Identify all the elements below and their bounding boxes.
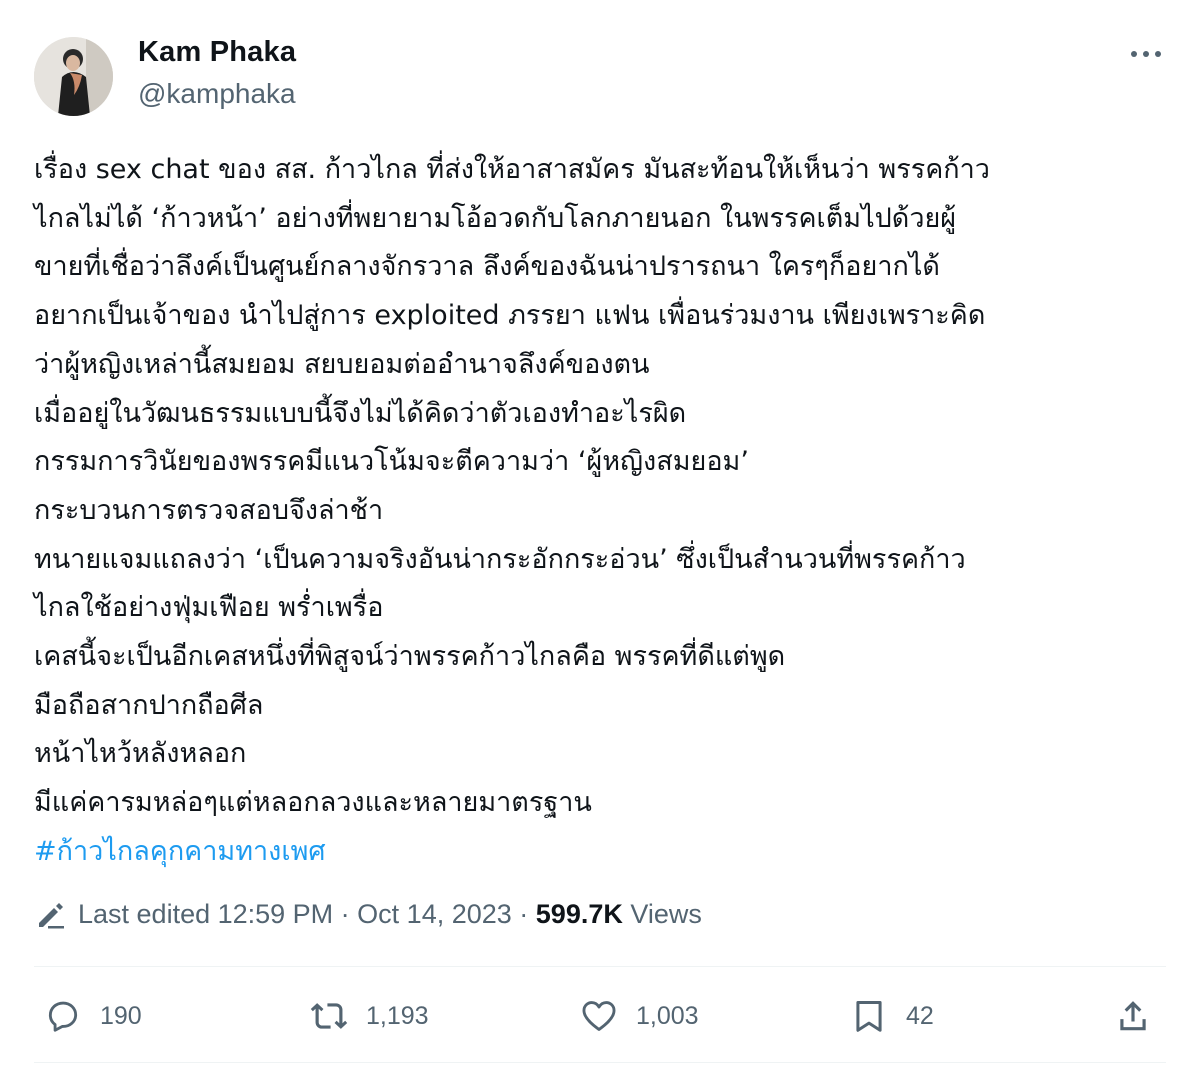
tweet-line: มีแค่คารมหล่อๆแต่หลอกลวงและหลายมาตรฐาน — [34, 787, 592, 819]
post-date-link[interactable]: Oct 14, 2023 — [357, 899, 512, 930]
tweet-line: ไกลไม่ได้ ‘ก้าวหน้า’ อย่างที่พยายามโอ้อว… — [34, 202, 957, 234]
bookmark-icon — [856, 1001, 882, 1032]
tweet-line: กรรมการวินัยของพรรคมีแนวโน้มจะตีความว่า … — [34, 446, 749, 478]
avatar[interactable] — [34, 37, 113, 116]
divider — [34, 966, 1166, 967]
meta-separator: · — [333, 898, 358, 929]
like-button[interactable]: 1,003 — [580, 990, 699, 1042]
views-count[interactable]: 599.7K — [536, 899, 623, 930]
views-label: Views — [622, 898, 702, 929]
retweet-icon — [310, 1003, 348, 1029]
avatar-photo — [34, 37, 113, 116]
action-bar: 190 1,193 1,003 42 — [34, 990, 1166, 1042]
meta-separator: · — [511, 898, 536, 929]
bookmark-button[interactable]: 42 — [850, 990, 934, 1042]
tweet-line: เมื่ออยู่ในวัฒนธรรมแบบนี้จึงไม่ได้คิดว่า… — [34, 397, 687, 429]
tweet-line: เรื่อง sex chat ของ สส. ก้าวไกล ที่ส่งให… — [34, 154, 990, 185]
tweet-line: ทนายแจมแถลงว่า ‘เป็นความจริงอันน่ากระอัก… — [34, 543, 966, 575]
author-handle[interactable]: @kamphaka — [138, 78, 296, 110]
author-name[interactable]: Kam Phaka — [138, 36, 296, 69]
tweet-line: ไกลใช้อย่างฟุ่มเฟือย พร่ำเพรื่อ — [34, 592, 384, 624]
share-button[interactable] — [1114, 990, 1170, 1042]
retweet-count: 1,193 — [366, 1001, 429, 1030]
retweet-button[interactable]: 1,193 — [310, 990, 429, 1042]
divider — [34, 1062, 1166, 1063]
bookmark-count: 42 — [906, 1001, 934, 1030]
tweet-line: หน้าไหว้หลังหลอก — [34, 738, 247, 770]
like-count: 1,003 — [636, 1001, 699, 1030]
share-icon — [1120, 1001, 1146, 1031]
tweet-line: มือถือสากปากถือศีล — [34, 689, 264, 721]
reply-count: 190 — [100, 1001, 142, 1030]
tweet-line: กระบวนการตรวจสอบจึงล่าช้า — [34, 494, 384, 526]
more-options-icon[interactable] — [1128, 44, 1164, 64]
tweet-line: เคสนี้จะเป็นอีกเคสหนึ่งที่พิสูจน์ว่าพรรค… — [34, 641, 786, 673]
heart-icon — [582, 1001, 616, 1031]
tweet-line: ว่าผู้หญิงเหล่านี้สมยอม สยบยอมต่ออำนาจลึ… — [34, 348, 650, 380]
edited-time-link[interactable]: Last edited 12:59 PM — [78, 899, 333, 930]
reply-button[interactable]: 190 — [44, 990, 142, 1042]
tweet-line: ขายที่เชื่อว่าลึงค์เป็นศูนย์กลางจักรวาล … — [34, 251, 940, 283]
reply-icon — [48, 1001, 78, 1032]
edit-pencil-icon[interactable] — [34, 897, 68, 931]
tweet-line: อยากเป็นเจ้าของ นำไปสู่การ exploited ภรร… — [34, 300, 986, 332]
tweet-meta: Last edited 12:59 PM · Oct 14, 2023 · 59… — [34, 892, 702, 936]
tweet-text: เรื่อง sex chat ของ สส. ก้าวไกล ที่ส่งให… — [34, 146, 1174, 877]
hashtag-link[interactable]: #ก้าวไกลคุกคามทางเพศ — [34, 828, 1174, 877]
tweet-card: Kam Phaka @kamphaka เรื่อง sex chat ของ … — [0, 0, 1204, 1066]
